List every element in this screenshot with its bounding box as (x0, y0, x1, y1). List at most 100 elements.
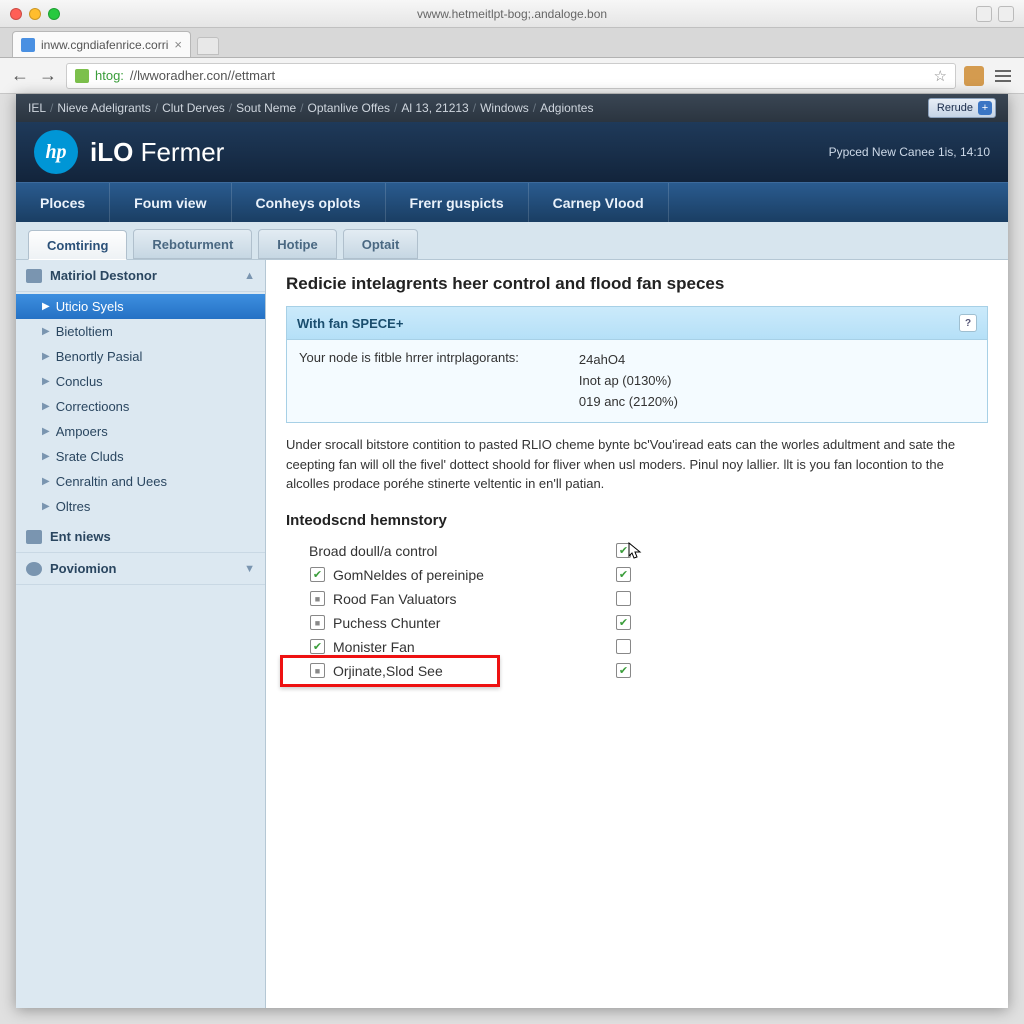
sidebar-item[interactable]: ▶Benortly Pasial (16, 344, 265, 369)
url-field[interactable]: htog: //lwworadher.con//ettmart ☆ (66, 63, 956, 89)
description-text: Under srocall bitstore contition to past… (286, 435, 988, 494)
main-nav-tab[interactable]: Foum view (110, 183, 231, 222)
checkbox[interactable] (616, 567, 631, 582)
breadcrumb-item[interactable]: Optanlive Offes (308, 101, 391, 115)
main-nav-tab[interactable]: Carnep Vlood (529, 183, 669, 222)
chevron-right-icon: ▶ (42, 501, 50, 512)
os-status-icon (976, 6, 992, 22)
chevron-right-icon: ▶ (42, 426, 50, 437)
chevron-down-icon: ▼ (244, 563, 255, 575)
breadcrumb-item[interactable]: Sout Neme (236, 101, 296, 115)
option-row: Monister Fan (286, 635, 988, 659)
favicon-icon (21, 38, 35, 52)
sidebar-item-label: Srate Cluds (56, 449, 124, 464)
checkbox[interactable] (616, 615, 631, 630)
hamburger-menu-icon[interactable] (992, 70, 1014, 82)
main-nav-tab[interactable]: Frerr guspicts (386, 183, 529, 222)
server-meta: Pypced New Canee 1is, 14:10 (829, 145, 990, 159)
sidebar-group-matiriol[interactable]: Matiriol Destonor ▲ (16, 260, 265, 292)
plus-icon[interactable]: + (978, 101, 992, 115)
checkbox[interactable] (616, 543, 631, 558)
checkbox[interactable] (310, 639, 325, 654)
brand-row: hp iLO Fermer Pypced New Canee 1is, 14:1… (16, 122, 1008, 182)
os-status-icon (998, 6, 1014, 22)
breadcrumb-item[interactable]: Adgiontes (540, 101, 593, 115)
extension-icon[interactable] (964, 66, 984, 86)
sidebar-item[interactable]: ▶Correctioons (16, 394, 265, 419)
option-label: Orjinate,Slod See (333, 663, 443, 679)
chevron-right-icon: ▶ (42, 301, 50, 312)
option-row: Orjinate,Slod See (286, 659, 988, 683)
checkbox[interactable] (310, 663, 325, 678)
minimize-icon[interactable] (29, 8, 41, 20)
sub-tab[interactable]: Optait (343, 229, 419, 259)
sub-tab[interactable]: Comtiring (28, 230, 127, 260)
sidebar-item-label: Conclus (56, 374, 103, 389)
main-nav-tab[interactable]: Ploces (16, 183, 110, 222)
forward-button[interactable]: → (38, 66, 58, 86)
close-icon[interactable] (10, 8, 22, 20)
sub-tabs: ComtiringReboturmentHotipeOptait (16, 222, 1008, 260)
chevron-right-icon: ▶ (42, 451, 50, 462)
back-button[interactable]: ← (10, 66, 30, 86)
window-title: vwww.hetmeitlpt-bog;.andaloge.bon (417, 7, 607, 21)
bookmark-icon[interactable]: ☆ (934, 67, 947, 85)
browser-tab[interactable]: inww.cgndiafenrice.corri × (12, 31, 191, 57)
sidebar-item[interactable]: ▶Cenraltin and Uees (16, 469, 265, 494)
gear-icon (26, 562, 42, 576)
info-box-title: With fan SPECE+ (297, 316, 403, 331)
sub-tab[interactable]: Reboturment (133, 229, 252, 259)
option-label: Broad doull/a control (309, 543, 437, 559)
hp-logo-icon: hp (34, 130, 78, 174)
url-protocol: htog: (95, 68, 124, 83)
option-row: Rood Fan Valuators (286, 587, 988, 611)
main-nav-tab[interactable]: Conheys oplots (232, 183, 386, 222)
product-title: iLO Fermer (90, 137, 224, 168)
traffic-lights (10, 8, 60, 20)
sidebar-group-label: Ent niews (50, 529, 111, 544)
folder-icon (26, 269, 42, 283)
option-label: Monister Fan (333, 639, 415, 655)
sub-tab[interactable]: Hotipe (258, 229, 336, 259)
browser-tabstrip: inww.cgndiafenrice.corri × (0, 28, 1024, 58)
close-tab-icon[interactable]: × (174, 37, 182, 52)
checkbox[interactable] (616, 591, 631, 606)
sidebar-group-pov[interactable]: Poviomion ▼ (16, 553, 265, 585)
tab-title: inww.cgndiafenrice.corri (41, 38, 168, 52)
sidebar-group-ent[interactable]: Ent niews (16, 521, 265, 553)
checkbox[interactable] (310, 615, 325, 630)
help-icon[interactable]: ? (959, 314, 977, 332)
checkbox[interactable] (310, 591, 325, 606)
sidebar-item[interactable]: ▶Oltres (16, 494, 265, 519)
breadcrumb-bar: IEL/Nieve Adeligrants/Clut Derves/Sout N… (16, 94, 1008, 122)
selector-label: Rerude (937, 102, 973, 114)
info-label: Your node is fitble hrrer intrplagorants… (299, 350, 519, 412)
breadcrumb-item[interactable]: IEL (28, 101, 46, 115)
sidebar-item-label: Ampoers (56, 424, 108, 439)
sidebar-item[interactable]: ▶Bietoltiem (16, 319, 265, 344)
checkbox[interactable] (616, 639, 631, 654)
breadcrumb-item[interactable]: Nieve Adeligrants (57, 101, 150, 115)
url-path: //lwworadher.con//ettmart (130, 68, 275, 83)
sidebar-item[interactable]: ▶ Ampoers (16, 419, 265, 444)
breadcrumb-item[interactable]: Al 13, 21213 (401, 101, 468, 115)
sidebar-item[interactable]: ▶Uticio Syels (16, 294, 265, 319)
page-title: Redicie intelagrents heer control and fl… (286, 274, 988, 294)
sidebar-item[interactable]: ▶ Srate Cluds (16, 444, 265, 469)
new-tab-button[interactable] (197, 37, 219, 55)
user-selector[interactable]: Rerude + (928, 98, 996, 118)
os-title-bar: vwww.hetmeitlpt-bog;.andaloge.bon (0, 0, 1024, 28)
info-values: 24ahO4 Inot ap (0130%) 019 anc (2120%) (579, 350, 678, 412)
sidebar-item[interactable]: ▶ Conclus (16, 369, 265, 394)
site-identity-icon (75, 69, 89, 83)
breadcrumb-item[interactable]: Clut Derves (162, 101, 225, 115)
app-window: IEL/Nieve Adeligrants/Clut Derves/Sout N… (16, 94, 1008, 1008)
chevron-right-icon: ▶ (42, 401, 50, 412)
checkbox[interactable] (616, 663, 631, 678)
chevron-right-icon: ▶ (42, 376, 50, 387)
zoom-icon[interactable] (48, 8, 60, 20)
sidebar-group-label: Matiriol Destonor (50, 268, 157, 283)
breadcrumb-item[interactable]: Windows (480, 101, 529, 115)
checkbox[interactable] (310, 567, 325, 582)
sidebar-item-label: Cenraltin and Uees (56, 474, 167, 489)
